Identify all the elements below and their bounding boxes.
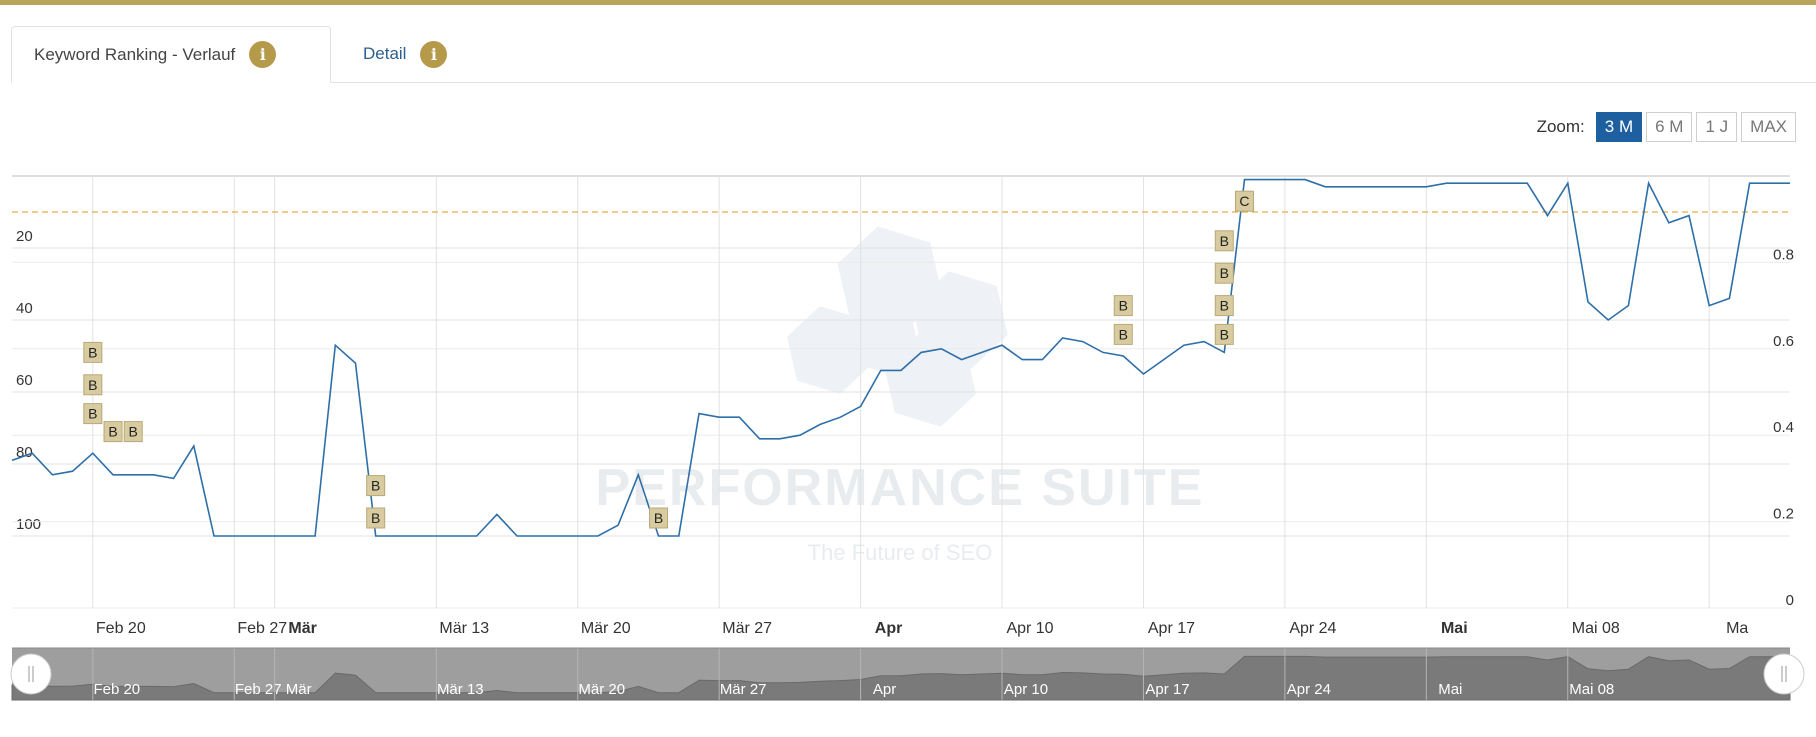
event-marker-label: B (654, 510, 663, 526)
navigator-x-label: Apr (873, 681, 896, 698)
y-left-tick-label: 20 (16, 228, 33, 245)
event-marker-label: B (1220, 265, 1229, 281)
watermark: PERFORMANCE SUITEThe Future of SEO (596, 226, 1202, 565)
navigator-x-label: Mai (1438, 681, 1462, 698)
event-marker: B (83, 374, 103, 396)
event-marker: B (366, 475, 386, 497)
navigator-x-label: Mär 20 (578, 681, 625, 698)
event-marker-label: B (371, 478, 380, 494)
x-tick-label: Mai (1441, 620, 1468, 637)
event-marker-label: B (1119, 298, 1128, 314)
x-tick-label: Apr (875, 620, 903, 637)
navigator-x-label: Mär 13 (437, 681, 484, 698)
x-tick-label: Apr 10 (1006, 620, 1053, 637)
x-tick-label: Apr 24 (1289, 620, 1336, 637)
event-marker-label: B (1220, 298, 1229, 314)
x-tick-label: Mai 08 (1572, 620, 1620, 637)
event-marker: B (1214, 323, 1234, 345)
y-right-tick-label: 0.8 (1773, 246, 1794, 263)
x-tick-label: Ma (1726, 620, 1748, 637)
navigator-right-handle[interactable] (1763, 653, 1805, 695)
x-tick-label: Feb 20 (96, 620, 146, 637)
y-left-tick-label: 40 (16, 300, 33, 317)
navigator-x-label: Mär 27 (720, 681, 767, 698)
event-marker-label: B (108, 424, 117, 440)
event-marker-label: C (1239, 193, 1249, 209)
y-left-tick-label: 100 (16, 516, 41, 533)
event-marker: B (83, 341, 103, 363)
navigator-x-label: Mär (286, 681, 312, 698)
event-marker-label: B (88, 344, 97, 360)
event-marker-label: B (88, 377, 97, 393)
navigator-x-label: Mai 08 (1569, 681, 1614, 698)
event-marker: C (1234, 190, 1254, 212)
x-tick-label: Mär 20 (581, 620, 631, 637)
x-tick-label: Apr 17 (1148, 620, 1195, 637)
y-right-tick-label: 0.4 (1773, 419, 1794, 436)
watermark-subtitle: The Future of SEO (808, 540, 993, 565)
event-marker: B (103, 421, 123, 443)
y-left-tick-label: 60 (16, 372, 33, 389)
x-tick-label: Mär 13 (439, 620, 489, 637)
event-marker: B (1214, 230, 1234, 252)
event-marker: B (1214, 295, 1234, 317)
y-right-tick-label: 0.2 (1773, 506, 1794, 523)
event-marker: B (1113, 323, 1133, 345)
event-marker: B (83, 403, 103, 425)
navigator-x-label: Apr 17 (1145, 681, 1189, 698)
event-marker: B (366, 507, 386, 529)
event-marker-label: B (1220, 233, 1229, 249)
event-marker: B (1214, 262, 1234, 284)
range-navigator: Feb 20 Feb 27 Mär Mär 13 Mär 20 Mär 27 Apr Apr … (10, 647, 1805, 701)
x-tick-label: Mär (288, 620, 316, 637)
event-marker: B (1113, 295, 1133, 317)
y-right-tick-label: 0 (1786, 592, 1794, 609)
keyword-ranking-chart: PERFORMANCE SUITEThe Future of SEO 20 40 60… (10, 175, 1805, 701)
navigator-x-label: Feb 20 (93, 681, 140, 698)
x-tick-label: Feb 27 (237, 620, 287, 637)
event-marker: B (649, 507, 669, 529)
navigator-x-label: Apr 24 (1287, 681, 1331, 698)
event-marker-label: B (371, 510, 380, 526)
y-right-tick-label: 0.6 (1773, 333, 1794, 350)
x-tick-label: Mär 27 (722, 620, 772, 637)
event-marker-label: B (88, 406, 97, 422)
event-marker-label: B (129, 424, 138, 440)
navigator-left-handle[interactable] (10, 653, 52, 695)
event-marker: B (123, 421, 143, 443)
event-marker-label: B (1119, 326, 1128, 342)
event-marker-label: B (1220, 326, 1229, 342)
navigator-x-label: Apr 10 (1004, 681, 1048, 698)
